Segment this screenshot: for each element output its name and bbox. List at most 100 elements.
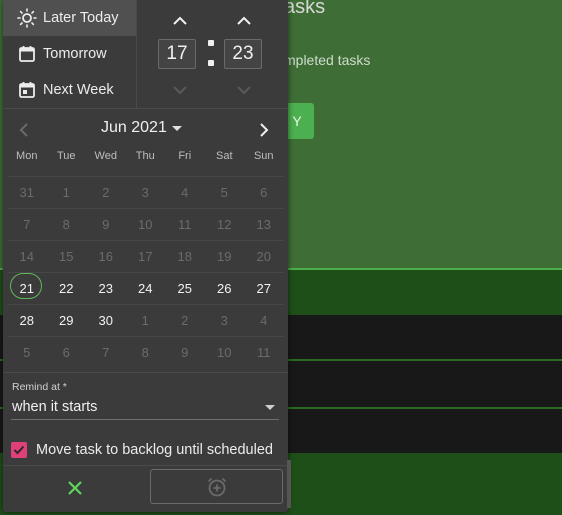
background-subtitle: mpleted tasks (284, 52, 371, 68)
time-separator (207, 38, 215, 70)
weekday-label: Thu (135, 150, 155, 162)
calendar-day[interactable]: 3 (126, 177, 166, 208)
calendar-day[interactable]: 8 (126, 337, 166, 368)
calendar-day[interactable]: 31 (7, 177, 47, 208)
backlog-checkbox[interactable] (11, 442, 27, 458)
hour-up-chevron-icon[interactable] (168, 9, 192, 33)
calendar-day[interactable]: 17 (126, 241, 166, 272)
backlog-checkbox-row[interactable]: Move task to backlog until scheduled (11, 438, 273, 462)
alarm-add-icon (207, 477, 226, 496)
backlog-checkbox-label: Move task to backlog until scheduled (36, 442, 273, 458)
month-selector[interactable]: Jun 2021 (101, 119, 182, 137)
calendar-day[interactable]: 7 (7, 209, 47, 240)
calendar-week: 5 6 7 8 9 10 11 (7, 336, 284, 368)
weekday-label: Mon (16, 150, 38, 162)
calendar-day[interactable]: 30 (86, 305, 126, 336)
weekday-label: Wed (94, 150, 117, 162)
quick-option-tomorrow[interactable]: Tomorrow (3, 36, 136, 72)
calendar-day[interactable]: 13 (244, 209, 284, 240)
today-ring (10, 273, 42, 299)
calendar-day[interactable]: 23 (86, 273, 126, 304)
calendar-day[interactable]: 11 (165, 209, 205, 240)
calendar-day[interactable]: 15 (47, 241, 87, 272)
calendar-day[interactable]: 2 (165, 305, 205, 336)
minute-up-chevron-icon[interactable] (232, 9, 256, 33)
calendar-day[interactable]: 10 (205, 337, 245, 368)
minute-down-chevron-icon[interactable] (232, 78, 256, 102)
calendar-week: 21 22 23 24 25 26 27 (7, 272, 284, 304)
close-icon (68, 481, 82, 495)
quick-option-label: Next Week (43, 82, 114, 98)
remind-select[interactable]: when it starts (11, 395, 279, 420)
calendar-day[interactable]: 25 (165, 273, 205, 304)
calendar-day[interactable]: 6 (244, 177, 284, 208)
cancel-button[interactable] (6, 468, 144, 508)
check-icon (13, 445, 25, 455)
prev-month-chevron-icon[interactable] (12, 118, 36, 142)
calendar-day[interactable]: 9 (165, 337, 205, 368)
weekday-label: Sat (215, 150, 233, 162)
calendar-day[interactable]: 10 (126, 209, 166, 240)
quick-option-next-week[interactable]: Next Week (3, 72, 136, 108)
next-month-chevron-icon[interactable] (252, 118, 276, 142)
calendar-week: 28 29 30 1 2 3 4 (7, 304, 284, 336)
weekday-label: Fri (178, 150, 192, 162)
minute-field[interactable]: 23 (224, 39, 262, 69)
divider (3, 108, 288, 109)
time-picker: 17 23 (137, 0, 288, 108)
quick-option-label: Tomorrow (43, 46, 107, 62)
remind-label: Remind at * (12, 381, 67, 393)
calendar-icon (17, 44, 37, 64)
remind-value: when it starts (12, 399, 98, 415)
quick-option-later-today[interactable]: Later Today (3, 0, 136, 36)
calendar-day[interactable]: 5 (205, 177, 245, 208)
calendar-day[interactable]: 5 (7, 337, 47, 368)
calendar-day[interactable]: 22 (47, 273, 87, 304)
calendar-day[interactable]: 16 (86, 241, 126, 272)
calendar-day[interactable]: 8 (47, 209, 87, 240)
calendar-day[interactable]: 26 (205, 273, 245, 304)
hour-field[interactable]: 17 (158, 39, 196, 69)
hour-down-chevron-icon[interactable] (168, 78, 192, 102)
calendar-day[interactable]: 4 (165, 177, 205, 208)
calendar-week: 31 1 2 3 4 5 6 (7, 176, 284, 208)
calendar-day-today[interactable]: 21 (7, 273, 47, 304)
calendar-week: 7 8 9 10 11 12 13 (7, 208, 284, 240)
caret-down-icon (265, 405, 275, 410)
divider (3, 372, 288, 373)
divider (3, 465, 288, 466)
schedule-popup: Later Today Tomorrow Next Week 17 23 Jun… (3, 0, 291, 512)
calendar-day[interactable]: 2 (86, 177, 126, 208)
scrollbar[interactable] (287, 460, 291, 508)
sun-icon (17, 8, 37, 28)
calendar-day[interactable]: 1 (126, 305, 166, 336)
calendar-day[interactable]: 4 (244, 305, 284, 336)
calendar-day[interactable]: 14 (7, 241, 47, 272)
calendar-week-icon (17, 80, 37, 100)
calendar-day[interactable]: 11 (244, 337, 284, 368)
calendar-week: 14 15 16 17 18 19 20 (7, 240, 284, 272)
calendar-grid: 31 1 2 3 4 5 6 7 8 9 10 11 12 13 14 15 1… (7, 176, 284, 368)
calendar-day[interactable]: 1 (47, 177, 87, 208)
calendar-day[interactable]: 19 (205, 241, 245, 272)
schedule-button[interactable] (150, 469, 283, 504)
calendar-day[interactable]: 29 (47, 305, 87, 336)
calendar-day[interactable]: 20 (244, 241, 284, 272)
weekday-label: Sun (253, 150, 274, 162)
calendar-day[interactable]: 28 (7, 305, 47, 336)
calendar-day[interactable]: 27 (244, 273, 284, 304)
calendar-day[interactable]: 7 (86, 337, 126, 368)
quick-option-label: Later Today (43, 10, 119, 26)
calendar-day[interactable]: 6 (47, 337, 87, 368)
calendar-day[interactable]: 9 (86, 209, 126, 240)
quick-options: Later Today Tomorrow Next Week (3, 0, 137, 108)
month-label: Jun 2021 (101, 119, 167, 136)
background-title: asks (284, 0, 326, 18)
calendar-day[interactable]: 12 (205, 209, 245, 240)
calendar-day[interactable]: 24 (126, 273, 166, 304)
caret-down-icon (171, 125, 182, 131)
calendar-day[interactable]: 3 (205, 305, 245, 336)
weekday-header: Mon Tue Wed Thu Fri Sat Sun (7, 150, 284, 170)
calendar-header: Jun 2021 (3, 110, 288, 150)
calendar-day[interactable]: 18 (165, 241, 205, 272)
